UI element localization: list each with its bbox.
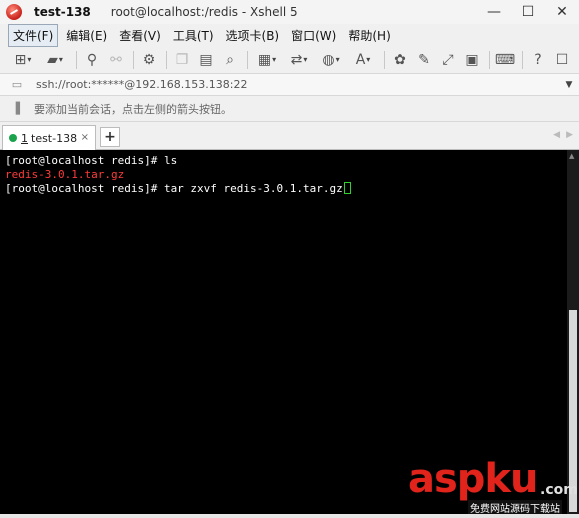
title-bar: test-138 root@localhost:/redis - Xshell … — [0, 0, 579, 24]
terminal-line: [root@localhost redis]# ls — [5, 154, 178, 167]
menu-help[interactable]: 帮助(H) — [344, 25, 394, 46]
menu-file[interactable]: 文件(F) — [8, 23, 59, 47]
window-title: root@localhost:/redis - Xshell 5 — [110, 5, 298, 19]
keyboard-icon[interactable]: ⌨ — [494, 49, 516, 71]
tab-navigation: ◀ ▶ — [553, 130, 573, 140]
xftp-icon[interactable]: ✿ — [389, 49, 411, 71]
print-icon[interactable]: ▦ — [252, 49, 282, 71]
toolbar-separator — [522, 50, 523, 69]
fullscreen-icon[interactable]: ⤢ — [437, 49, 459, 71]
terminal-cursor — [343, 182, 351, 194]
menu-bar: 文件(F) 编辑(E) 查看(V) 工具(T) 选项卡(B) 窗口(W) 帮助(… — [0, 23, 579, 47]
toolbar-separator — [76, 50, 77, 69]
terminal-line: redis-3.0.1.tar.gz — [5, 168, 125, 181]
disconnect-icon[interactable]: ⚯ — [105, 49, 127, 71]
font-icon[interactable]: A — [348, 49, 378, 71]
maximize-button[interactable]: ☐ — [511, 0, 545, 24]
window-session-name: test-138 — [34, 5, 91, 19]
compose-icon[interactable]: ✎ — [413, 49, 435, 71]
close-button[interactable]: ✕ — [545, 0, 579, 24]
find-icon[interactable]: ⌕ — [219, 49, 241, 71]
minimize-button[interactable]: — — [477, 0, 511, 24]
properties-icon[interactable]: ⚙ — [138, 49, 160, 71]
scroll-up-icon[interactable]: ▲ — [569, 152, 574, 160]
menu-edit[interactable]: 编辑(E) — [62, 25, 111, 46]
paste-icon[interactable]: ▤ — [195, 49, 217, 71]
open-folder-icon[interactable]: ▰ — [40, 49, 70, 71]
session-status-icon — [9, 134, 17, 142]
globe-icon[interactable]: ◍ — [316, 49, 346, 71]
menu-window[interactable]: 窗口(W) — [287, 25, 340, 46]
address-bar: ▭ ssh://root:******@192.168.153.138:22 ▼ — [0, 74, 579, 96]
toolbar-separator — [489, 50, 490, 69]
menu-tabs[interactable]: 选项卡(B) — [222, 25, 284, 46]
menu-view[interactable]: 查看(V) — [115, 25, 165, 46]
add-tab-button[interactable]: + — [100, 127, 120, 147]
window-controls: — ☐ ✕ — [477, 0, 579, 24]
lock-icon[interactable]: ▣ — [461, 49, 483, 71]
tab-next-icon[interactable]: ▶ — [566, 130, 573, 140]
terminal-line: [root@localhost redis]# tar zxvf redis-3… — [5, 182, 567, 196]
help-icon[interactable]: ? — [527, 49, 549, 71]
tab-number: 1 — [21, 131, 28, 145]
add-session-arrow-icon[interactable]: ▌ — [14, 102, 26, 116]
copy-icon[interactable]: ❐ — [171, 49, 193, 71]
tab-close-icon[interactable]: × — [81, 132, 89, 143]
tab-label: test-138 — [31, 131, 78, 145]
address-dropdown-icon[interactable]: ▼ — [559, 80, 579, 90]
reconnect-icon[interactable]: ⚲ — [81, 49, 103, 71]
hint-text: 要添加当前会话，点击左侧的箭头按钮。 — [34, 102, 232, 116]
transfer-icon[interactable]: ⇄ — [284, 49, 314, 71]
tab-bar: 1 test-138 × + ◀ ▶ — [0, 122, 579, 150]
toolbar: ⊞ ▰ ⚲ ⚯ ⚙ ❐ ▤ ⌕ ▦ ⇄ ◍ A ✿ ✎ ⤢ ▣ ⌨ ? ☐ — [0, 46, 579, 74]
watermark-subtitle: 免费网站源码下载站 — [468, 500, 562, 515]
status-bar — [0, 514, 579, 518]
terminal-line-text: [root@localhost redis]# tar zxvf redis-3… — [5, 182, 343, 195]
new-session-icon[interactable]: ⊞ — [8, 49, 38, 71]
address-input[interactable]: ssh://root:******@192.168.153.138:22 — [36, 78, 559, 91]
watermark-domain: .com — [540, 482, 578, 498]
toolbar-separator — [166, 50, 167, 69]
menu-tools[interactable]: 工具(T) — [169, 25, 218, 46]
chat-icon[interactable]: ☐ — [551, 49, 573, 71]
toolbar-separator — [133, 50, 134, 69]
xshell-logo-icon[interactable] — [6, 4, 22, 20]
toolbar-separator — [247, 50, 248, 69]
toolbar-separator — [384, 50, 385, 69]
tab-prev-icon[interactable]: ◀ — [553, 130, 560, 140]
tab-test-138[interactable]: 1 test-138 × — [2, 125, 96, 150]
session-address-icon: ▭ — [11, 78, 23, 91]
session-hint-bar: ▌ 要添加当前会话，点击左侧的箭头按钮。 — [0, 96, 579, 122]
watermark-logo: aspku — [408, 456, 539, 502]
site-watermark: aspku .com 免费网站源码下载站 — [408, 456, 578, 515]
